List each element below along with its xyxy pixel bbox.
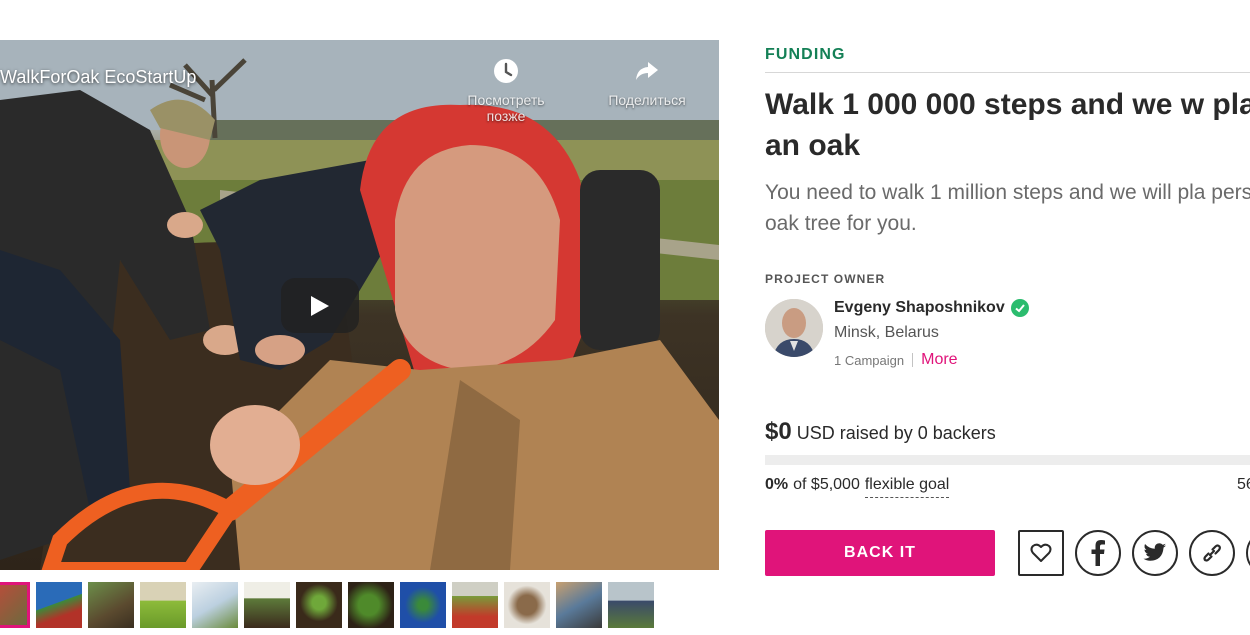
gallery-thumbnail[interactable] — [504, 582, 550, 628]
gallery-thumbnail[interactable] — [88, 582, 134, 628]
watch-later-button[interactable]: Посмотреть позже — [451, 58, 561, 124]
gallery-thumbnail[interactable] — [244, 582, 290, 628]
funding-goal-amount: of $5,000 — [793, 476, 860, 493]
gallery-thumbnail[interactable] — [452, 582, 498, 628]
separator — [912, 353, 914, 367]
back-it-button[interactable]: BACK IT — [765, 530, 995, 576]
owner-name-link[interactable]: Evgeny Shaposhnikov — [834, 299, 1029, 317]
follow-button[interactable] — [1018, 530, 1064, 576]
share-facebook-button[interactable] — [1075, 530, 1121, 576]
owner-portrait — [765, 299, 823, 357]
share-arrow-icon — [636, 62, 658, 80]
funding-goal: 0% of $5,000 flexible goal — [765, 476, 950, 498]
twitter-icon — [1143, 543, 1166, 561]
video-still-image — [0, 40, 719, 570]
share-twitter-button[interactable] — [1132, 530, 1178, 576]
campaign-subtitle: You need to walk 1 million steps and we … — [765, 181, 1250, 235]
raised-amount: $0 — [765, 418, 792, 445]
project-owner-heading: PROJECT OWNER — [765, 272, 886, 286]
campaign-category[interactable]: FUNDING — [765, 46, 846, 64]
gallery-thumbnail[interactable] — [400, 582, 446, 628]
video-title[interactable]: WalkForOak EcoStartUp — [0, 67, 196, 88]
owner-name: Evgeny Shaposhnikov — [834, 299, 1005, 316]
funding-progress-bar — [765, 455, 1250, 465]
campaign-info-panel: FUNDING Walk 1 000 000 steps and we w pl… — [765, 0, 1250, 635]
gallery-thumbnail[interactable] — [348, 582, 394, 628]
play-button[interactable] — [281, 278, 359, 333]
gallery-thumbnail[interactable] — [36, 582, 82, 628]
gallery-thumbnail[interactable] — [296, 582, 342, 628]
link-icon — [1203, 544, 1221, 562]
watch-later-label: Посмотреть позже — [467, 92, 545, 124]
gallery-thumbnail[interactable] — [608, 582, 654, 628]
copy-link-button[interactable] — [1189, 530, 1235, 576]
video-player[interactable]: WalkForOak EcoStartUp Посмотреть позже П… — [0, 40, 719, 570]
heart-outline-icon — [1030, 543, 1052, 562]
share-label: Поделиться — [608, 92, 686, 108]
raised-description: USD raised by 0 backers — [796, 423, 996, 443]
flexible-goal-link[interactable]: flexible goal — [864, 476, 950, 498]
divider — [765, 72, 1250, 73]
gallery-thumbnail[interactable] — [192, 582, 238, 628]
embed-button[interactable] — [1246, 530, 1250, 576]
facebook-icon — [1091, 540, 1105, 566]
verified-check-icon — [1010, 299, 1029, 317]
days-left: 56 — [1237, 476, 1250, 493]
campaign-title: Walk 1 000 000 steps and we w plant an o… — [765, 88, 1250, 162]
clock-icon — [494, 59, 518, 83]
gallery-thumbnail[interactable] — [0, 582, 30, 628]
funding-percent: 0% — [765, 476, 789, 493]
owner-location: Minsk, Belarus — [834, 324, 939, 341]
share-video-button[interactable]: Поделиться — [592, 58, 702, 108]
avatar[interactable] — [765, 299, 823, 357]
owner-campaign-count: 1 Campaign — [834, 352, 905, 368]
owner-meta: 1 Campaign More — [834, 351, 958, 369]
play-icon — [311, 295, 329, 316]
gallery-thumbnail[interactable] — [140, 582, 186, 628]
gallery-thumbnail[interactable] — [556, 582, 602, 628]
funds-raised: $0 USD raised by 0 backers — [765, 418, 996, 446]
owner-more-link[interactable]: More — [921, 351, 957, 369]
